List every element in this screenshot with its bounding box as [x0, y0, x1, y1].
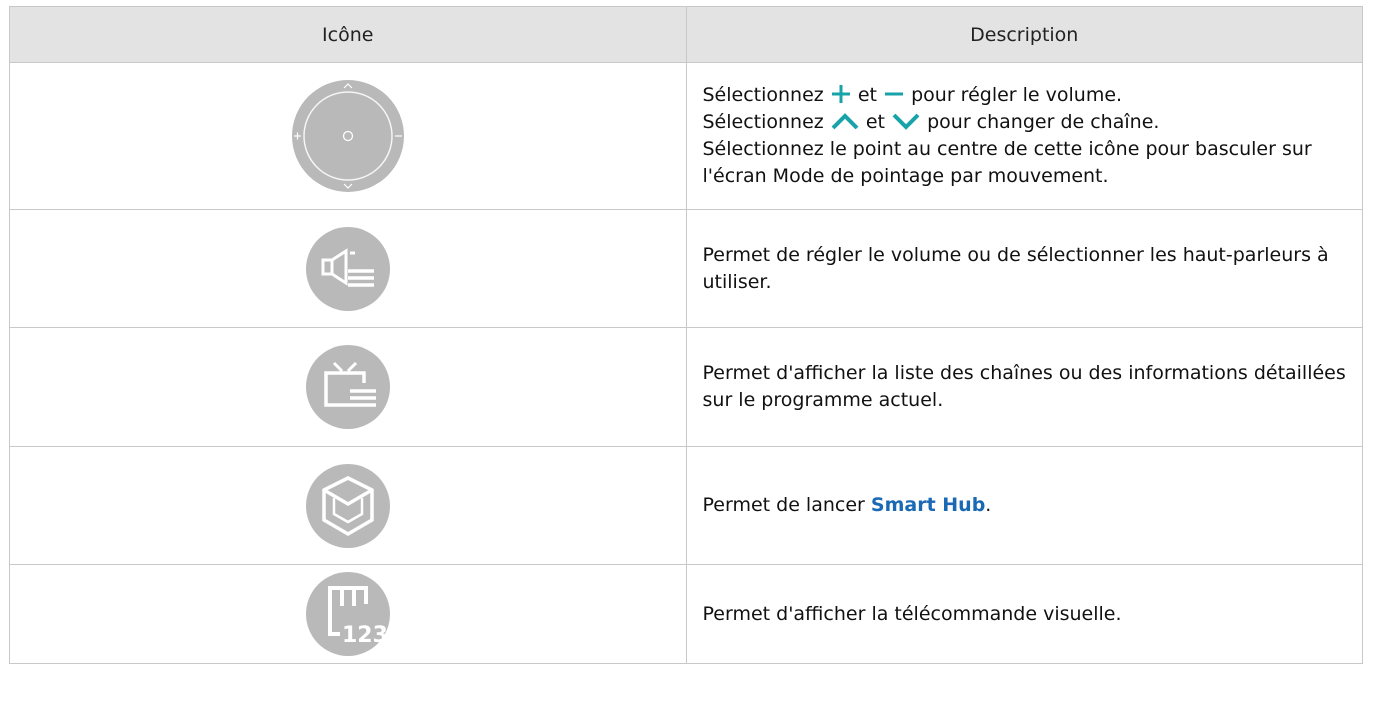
table-row: Permet de régler le volume ou de sélecti… [9, 209, 1363, 328]
header-description: Description [685, 6, 1363, 63]
desc-text: Sélectionnez le point au centre de cette… [702, 138, 1312, 187]
header-icon: Icône [9, 6, 687, 63]
table-row: Sélectionnez et pour régler le volume. S… [9, 62, 1363, 210]
table-row: Permet de lancer Smart Hub. [9, 446, 1363, 565]
chevron-up-icon [831, 113, 859, 130]
desc-line: Sélectionnez et pour changer de chaîne. [702, 111, 1160, 133]
smart-hub-link[interactable]: Smart Hub [871, 494, 985, 516]
desc-text: Permet d'afficher la télécommande visuel… [685, 564, 1363, 664]
volume-channel-dpad-icon[interactable] [291, 80, 404, 192]
tv-list-icon[interactable] [305, 345, 390, 429]
minus-icon [885, 92, 904, 96]
table-row: 123 Permet d'afficher la télécommande vi… [9, 564, 1363, 664]
table-row: Permet d'afficher la liste des chaînes o… [9, 327, 1363, 447]
desc-line: Sélectionnez et pour régler le volume. [702, 84, 1123, 106]
icon-description-table: Icône Description Sélectionnez et pour r… [9, 6, 1363, 664]
desc-text: Permet de régler le volume ou de sélecti… [685, 209, 1363, 328]
svg-text:123: 123 [342, 623, 388, 648]
chevron-down-icon [892, 113, 920, 130]
smart-hub-cube-icon[interactable] [305, 463, 390, 548]
plus-icon [831, 85, 850, 103]
virtual-remote-123-icon[interactable]: 123 [305, 572, 390, 656]
speaker-list-icon[interactable] [305, 226, 390, 311]
desc-text: Permet d'afficher la liste des chaînes o… [685, 327, 1363, 447]
